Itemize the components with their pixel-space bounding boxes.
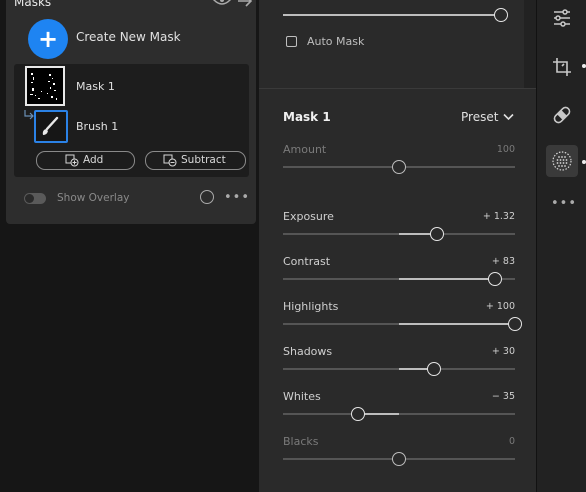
auto-mask-checkbox[interactable] <box>286 36 297 47</box>
crop-active-dot <box>582 64 586 68</box>
masks-panel-title: Masks <box>14 0 52 9</box>
slider-value-whites[interactable]: − 35 <box>455 391 515 402</box>
slider-value-contrast[interactable]: + 83 <box>455 256 515 267</box>
preset-dropdown[interactable]: Preset <box>461 110 498 124</box>
add-button-label: Add <box>83 154 104 166</box>
plus-icon: + <box>37 25 59 53</box>
slider-value-exposure[interactable]: + 1.32 <box>455 211 515 222</box>
slider-label-whites: Whites <box>283 390 321 403</box>
slider-track-whites[interactable] <box>283 413 515 415</box>
slider-value-blacks[interactable]: 0 <box>455 436 515 447</box>
eye-icon[interactable] <box>213 0 231 5</box>
slider-fill-contrast <box>399 278 496 280</box>
slider-label-exposure: Exposure <box>283 210 334 223</box>
mask-options-section <box>259 0 524 62</box>
auto-mask-label[interactable]: Auto Mask <box>307 35 364 48</box>
subtract-button[interactable]: Subtract <box>145 151 246 170</box>
slider-value-highlights[interactable]: + 100 <box>455 301 515 312</box>
mask-section-title: Mask 1 <box>283 110 331 124</box>
chevron-down-icon[interactable] <box>503 113 514 121</box>
mask-options-section-bottom <box>259 62 524 88</box>
mask-1-label[interactable]: Mask 1 <box>76 80 115 93</box>
top-slider-thumb[interactable] <box>494 8 508 22</box>
overlay-color-icon[interactable] <box>200 190 214 204</box>
subtract-mask-icon <box>163 154 177 167</box>
slider-label-blacks: Blacks <box>283 435 319 448</box>
show-overlay-toggle[interactable] <box>24 193 46 204</box>
slider-value-shadows[interactable]: + 30 <box>455 346 515 357</box>
top-slider-track[interactable] <box>283 14 501 16</box>
slider-label-amount: Amount <box>283 143 327 156</box>
slider-thumb-highlights[interactable] <box>508 317 522 331</box>
slider-fill-highlights <box>399 323 515 325</box>
sliders-icon[interactable] <box>551 7 573 29</box>
crop-icon[interactable] <box>551 56 573 78</box>
brush-1-thumbnail[interactable] <box>34 110 68 143</box>
slider-thumb-amount[interactable] <box>392 160 406 174</box>
slider-label-highlights: Highlights <box>283 300 339 313</box>
brush-icon <box>42 116 59 135</box>
slider-thumb-blacks[interactable] <box>392 452 406 466</box>
mask-1-thumbnail[interactable] <box>25 66 65 106</box>
slider-label-shadows: Shadows <box>283 345 333 358</box>
create-new-mask-label[interactable]: Create New Mask <box>76 30 181 44</box>
brush-1-label[interactable]: Brush 1 <box>76 120 118 133</box>
masking-icon <box>552 151 572 171</box>
more-tools-icon[interactable]: ••• <box>551 196 577 211</box>
slider-thumb-shadows[interactable] <box>426 362 441 376</box>
slider-value-amount[interactable]: 100 <box>455 144 515 155</box>
subtract-button-label: Subtract <box>181 154 226 166</box>
masking-active-dot <box>582 160 586 164</box>
more-options-icon[interactable]: ••• <box>224 190 250 205</box>
slider-label-contrast: Contrast <box>283 255 331 268</box>
add-mask-icon <box>65 154 79 167</box>
create-new-mask-button[interactable]: + <box>28 19 68 59</box>
show-overlay-label: Show Overlay <box>57 192 130 204</box>
toggle-knob <box>25 194 34 203</box>
collapse-arrow-icon[interactable] <box>237 0 253 7</box>
add-button[interactable]: Add <box>36 151 135 170</box>
masking-tool-button[interactable] <box>546 145 578 177</box>
healing-icon[interactable] <box>551 104 573 126</box>
